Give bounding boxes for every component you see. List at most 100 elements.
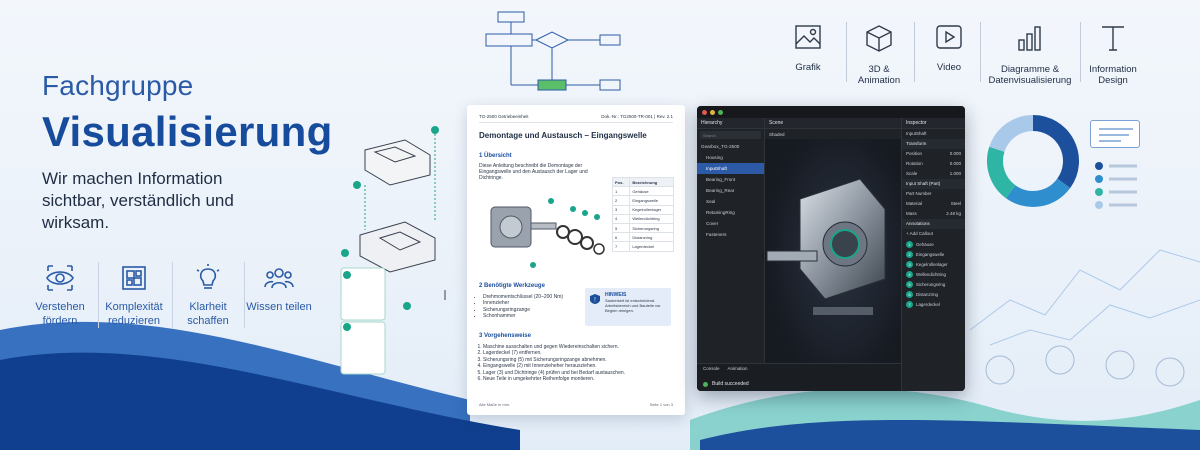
cube-icon (866, 25, 892, 52)
donut-segment (989, 115, 1034, 153)
success-icon (703, 381, 708, 387)
console-tabs: Console Animation (697, 364, 901, 373)
feature-clarity: Klarheit schaffen (174, 262, 242, 328)
parts-table: Pos. Bezeichnung 1 Gehäuse 2 Eingangswelle … (611, 176, 674, 252)
minimize-window-button[interactable] (710, 109, 715, 115)
tree-node[interactable]: Seal (697, 196, 764, 207)
category-video[interactable]: Video (924, 24, 974, 73)
table-row: 7 Lagerdeckel (611, 241, 674, 252)
category-diagramme[interactable]: Diagramme & Datenvisualisierung (983, 24, 1077, 86)
part-section[interactable]: Input Shaft (Part) (902, 179, 965, 189)
tree-node[interactable]: Fasteners (697, 229, 764, 240)
tree-node[interactable]: Cover (697, 218, 764, 229)
table-cell: 1 (611, 186, 631, 197)
tree-node[interactable]: RetainingRing (697, 207, 764, 218)
tree-node[interactable]: Bearing_Rear (697, 185, 764, 196)
annotation-item[interactable]: 2 Eingangswelle (902, 249, 965, 259)
doc-header: TG-2500 Getriebeeinheit Dok.-Nr.: TG2500… (479, 114, 673, 123)
table-row: 4 Wellendichtring (611, 213, 674, 224)
console-panel: Console Animation Build succeeded (697, 363, 901, 391)
inspector-panel: Inspector InputShaft Transform Position 0… (901, 118, 965, 391)
category-grafik[interactable]: Grafik (782, 24, 834, 73)
annotation-label: Eingangswelle (916, 251, 945, 257)
annotation-item[interactable]: 1 Gehäuse (902, 239, 965, 249)
hero-title: Visualisierung (42, 108, 333, 155)
lightbulb-icon (196, 264, 220, 289)
build-status: Build succeeded (703, 381, 749, 387)
property-label: Position (906, 151, 923, 156)
feature-divider (98, 262, 99, 328)
tree-node-selected[interactable]: InputShaft (697, 163, 764, 174)
hierarchy-search-input[interactable]: Search (700, 131, 761, 139)
manual-document: TG-2500 Getriebeeinheit Dok.-Nr.: TG2500… (467, 105, 685, 415)
property-label: Mass (906, 211, 917, 216)
hierarchy-panel: Hierarchy Search Gearbox_TG-2500 Housing… (697, 118, 765, 363)
annotation-label: Sicherungsring (916, 281, 946, 287)
annotation-label: Distanzring (916, 291, 938, 297)
doc-title: Demontage und Austausch – Eingangswelle (479, 131, 647, 140)
annotation-item[interactable]: 3 Kegelrollenlager (902, 259, 965, 269)
category-label: Video (936, 62, 962, 73)
shading-dropdown[interactable]: Shaded (769, 132, 785, 137)
table-row: 3 Kegelrollenlager (611, 204, 674, 215)
hero-kicker: Fachgruppe (42, 70, 194, 101)
inspector-object-name[interactable]: InputShaft (902, 129, 965, 139)
annotation-item[interactable]: 7 Lagerdeckel (902, 299, 965, 309)
maximize-window-button[interactable] (718, 109, 723, 115)
property-value: 0.000 (949, 161, 961, 166)
bar-chart-icon (1018, 26, 1041, 51)
table-cell: Distanzring (629, 232, 674, 243)
legend-dots (1095, 162, 1137, 209)
table-row: 1 Gehäuse (611, 186, 674, 197)
add-callout-button[interactable]: + Add Callout (902, 229, 965, 239)
doc-section-3: 3 Vorgehensweise (479, 333, 531, 339)
doc-section-1-text: Diese Anleitung beschreibt die Demontage… (479, 163, 588, 181)
annotation-item[interactable]: 4 Wellendichtring (902, 269, 965, 279)
info-icon: ! (590, 294, 600, 304)
close-window-button[interactable] (702, 109, 707, 115)
tree-node[interactable]: Housing (697, 152, 764, 163)
property-label: Rotation (906, 161, 923, 166)
feature-divider (172, 262, 173, 328)
category-divider (980, 22, 981, 82)
annotations-section[interactable]: Annotations (902, 219, 965, 229)
doc-header-meta: Dok.-Nr.: TG2500-TR-001 | Rev. 2.1 (601, 114, 673, 119)
category-divider (1080, 22, 1081, 82)
tab-console[interactable]: Console (703, 366, 720, 371)
build-status-text: Build succeeded (712, 381, 749, 387)
property-row[interactable]: Scale 1.000 (902, 169, 965, 179)
doc-section-2: 2 Benötigte Werkzeuge (479, 283, 545, 289)
category-divider (846, 22, 847, 82)
speech-bubble-icon (1090, 120, 1140, 148)
annotation-badge: 4 (906, 270, 913, 278)
gearbox-3d-model (766, 178, 886, 315)
material-row[interactable]: Material Steel (902, 199, 965, 209)
3d-editor-window: Hierarchy Search Gearbox_TG-2500 Housing… (697, 106, 965, 391)
category-information-design[interactable]: Information Design (1085, 24, 1141, 86)
category-divider (914, 22, 915, 82)
property-row[interactable]: Position 0.000 (902, 149, 965, 159)
category-label: Information Design (1089, 64, 1137, 86)
annotation-badge: 3 (906, 260, 913, 268)
hint-text: Sauberkeit ist entscheidend. Arbeitsbere… (605, 298, 661, 313)
category-3d[interactable]: 3D & Animation (852, 24, 906, 86)
doc-header-title: TG-2500 Getriebeeinheit (479, 114, 529, 119)
category-label: Diagramme & Datenvisualisierung (988, 64, 1072, 86)
steps-list: Maschine ausschalten und gegen Wiederein… (483, 344, 625, 382)
tree-node[interactable]: Bearing_Front (697, 174, 764, 185)
material-dropdown[interactable]: Steel (951, 199, 961, 209)
annotation-badge: 5 (906, 280, 913, 288)
transform-section[interactable]: Transform (902, 139, 965, 149)
table-row: 5 Sicherungsring (611, 222, 674, 234)
scene-title: Scene (769, 120, 784, 126)
mass-row: Mass 2.48 kg (902, 209, 965, 219)
property-row[interactable]: Rotation 0.000 (902, 159, 965, 169)
scene-viewport[interactable]: Scene Shaded (765, 118, 901, 363)
table-cell: 2 (611, 195, 631, 206)
annotation-item[interactable]: 5 Sicherungsring (902, 279, 965, 289)
annotation-item[interactable]: 6 Distanzring (902, 289, 965, 299)
tree-node[interactable]: Gearbox_TG-2500 (697, 141, 764, 152)
part-number-field[interactable]: Part Number (902, 189, 965, 199)
window-titlebar (697, 106, 965, 118)
tab-animation[interactable]: Animation (728, 366, 748, 371)
